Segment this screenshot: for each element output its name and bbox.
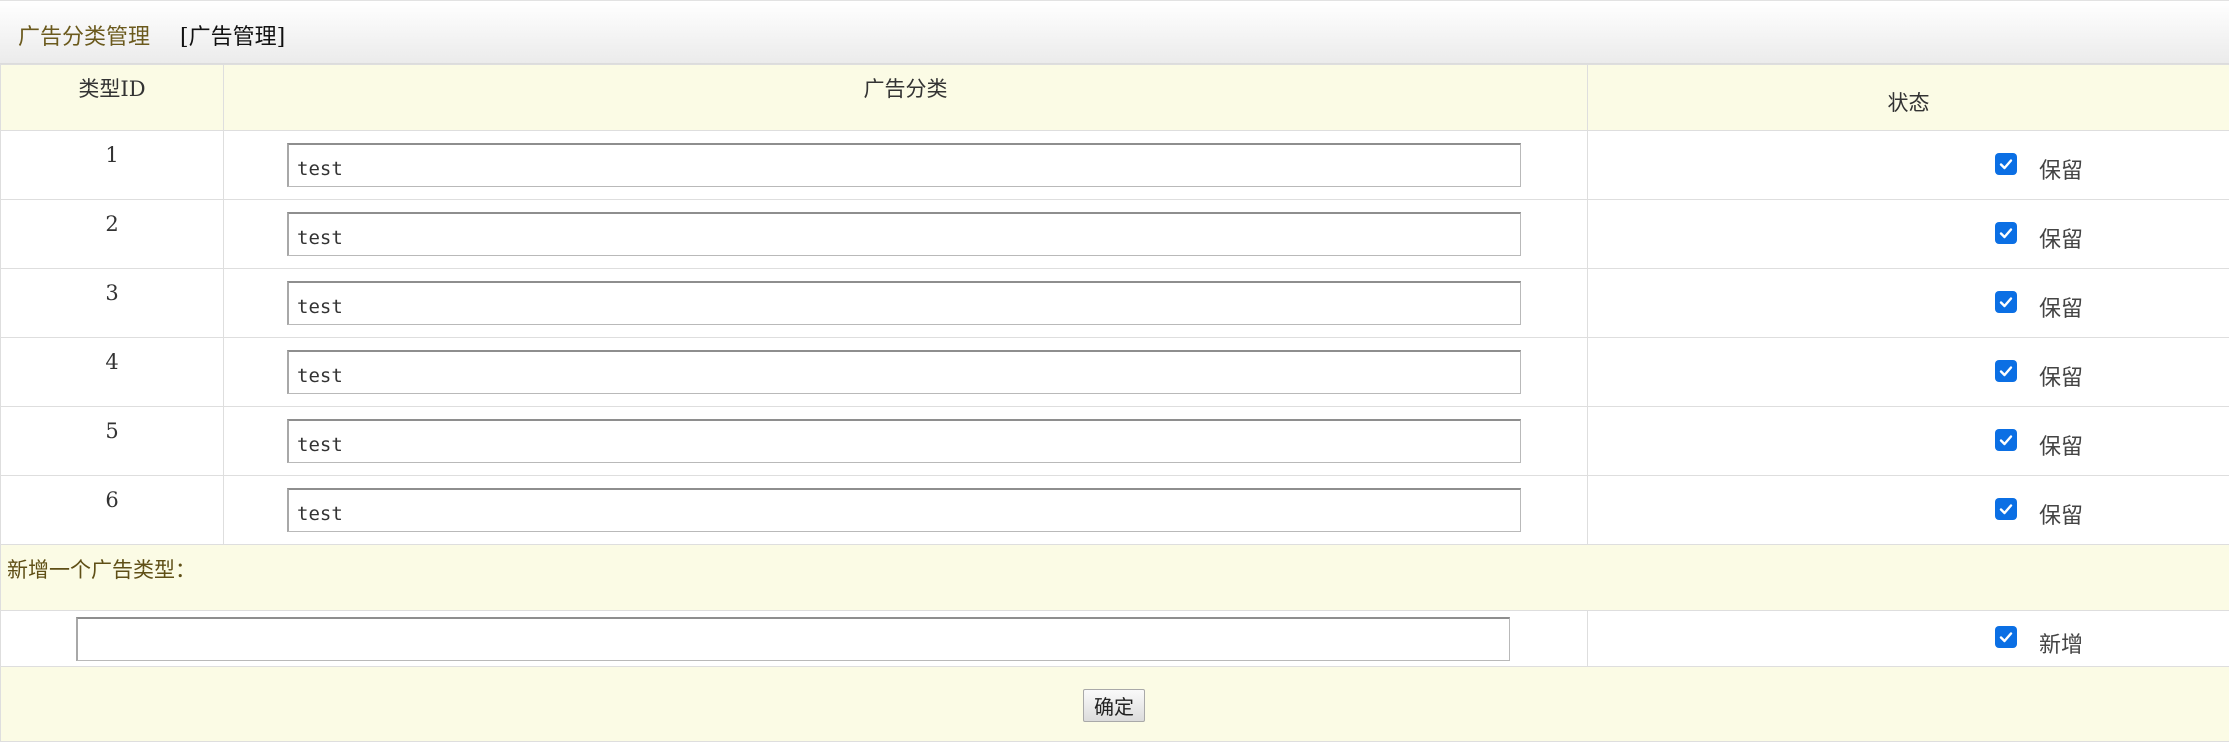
- keep-label: 保留: [2039, 222, 2083, 254]
- add-row: 新增: [1, 611, 2229, 667]
- column-header-type-id: 类型ID: [1, 65, 224, 131]
- type-id-cell: 3: [1, 269, 224, 338]
- type-id-cell: 1: [1, 131, 224, 200]
- category-name-input[interactable]: [287, 350, 1521, 394]
- add-section-title: 新增一个广告类型：: [1, 545, 2229, 611]
- ad-category-table: 类型ID 广告分类 状态 1 保留 2 保留 3 保留 4 保留 5 保留 6 …: [0, 64, 2229, 742]
- keep-label: 保留: [2039, 153, 2083, 185]
- checkmark-icon: [1998, 432, 2014, 448]
- category-name-input[interactable]: [287, 143, 1521, 187]
- breadcrumb: [广告管理]: [180, 19, 285, 51]
- add-checkbox[interactable]: [1995, 626, 2017, 648]
- keep-checkbox[interactable]: [1995, 498, 2017, 520]
- category-name-input[interactable]: [287, 212, 1521, 256]
- column-header-status: 状态: [1588, 65, 2229, 131]
- keep-checkbox[interactable]: [1995, 153, 2017, 175]
- category-name-input[interactable]: [287, 419, 1521, 463]
- keep-label: 保留: [2039, 498, 2083, 530]
- keep-checkbox[interactable]: [1995, 360, 2017, 382]
- confirm-button[interactable]: 确定: [1083, 689, 1145, 722]
- checkmark-icon: [1998, 294, 2014, 310]
- type-id-cell: 4: [1, 338, 224, 407]
- page-header: 广告分类管理 [广告管理]: [0, 0, 2229, 64]
- table-header-row: 类型ID 广告分类 状态: [1, 65, 2229, 131]
- checkmark-icon: [1998, 156, 2014, 172]
- keep-checkbox[interactable]: [1995, 291, 2017, 313]
- category-name-input[interactable]: [287, 281, 1521, 325]
- table-row: 6 保留: [1, 476, 2229, 545]
- keep-label: 保留: [2039, 429, 2083, 461]
- table-row: 5 保留: [1, 407, 2229, 476]
- checkmark-icon: [1998, 225, 2014, 241]
- keep-checkbox[interactable]: [1995, 222, 2017, 244]
- table-row: 1 保留: [1, 131, 2229, 200]
- keep-checkbox[interactable]: [1995, 429, 2017, 451]
- submit-row: 确定: [1, 667, 2229, 742]
- type-id-cell: 2: [1, 200, 224, 269]
- checkmark-icon: [1998, 501, 2014, 517]
- table-row: 4 保留: [1, 338, 2229, 407]
- category-name-input[interactable]: [287, 488, 1521, 532]
- checkmark-icon: [1998, 363, 2014, 379]
- column-header-ad-category: 广告分类: [224, 65, 1588, 131]
- new-category-input[interactable]: [76, 617, 1510, 661]
- table-row: 2 保留: [1, 200, 2229, 269]
- add-section-title-row: 新增一个广告类型：: [1, 545, 2229, 611]
- table-row: 3 保留: [1, 269, 2229, 338]
- keep-label: 保留: [2039, 360, 2083, 392]
- keep-label: 保留: [2039, 291, 2083, 323]
- add-label: 新增: [2039, 627, 2083, 659]
- checkmark-icon: [1998, 629, 2014, 645]
- page-title: 广告分类管理: [18, 19, 150, 51]
- type-id-cell: 6: [1, 476, 224, 545]
- type-id-cell: 5: [1, 407, 224, 476]
